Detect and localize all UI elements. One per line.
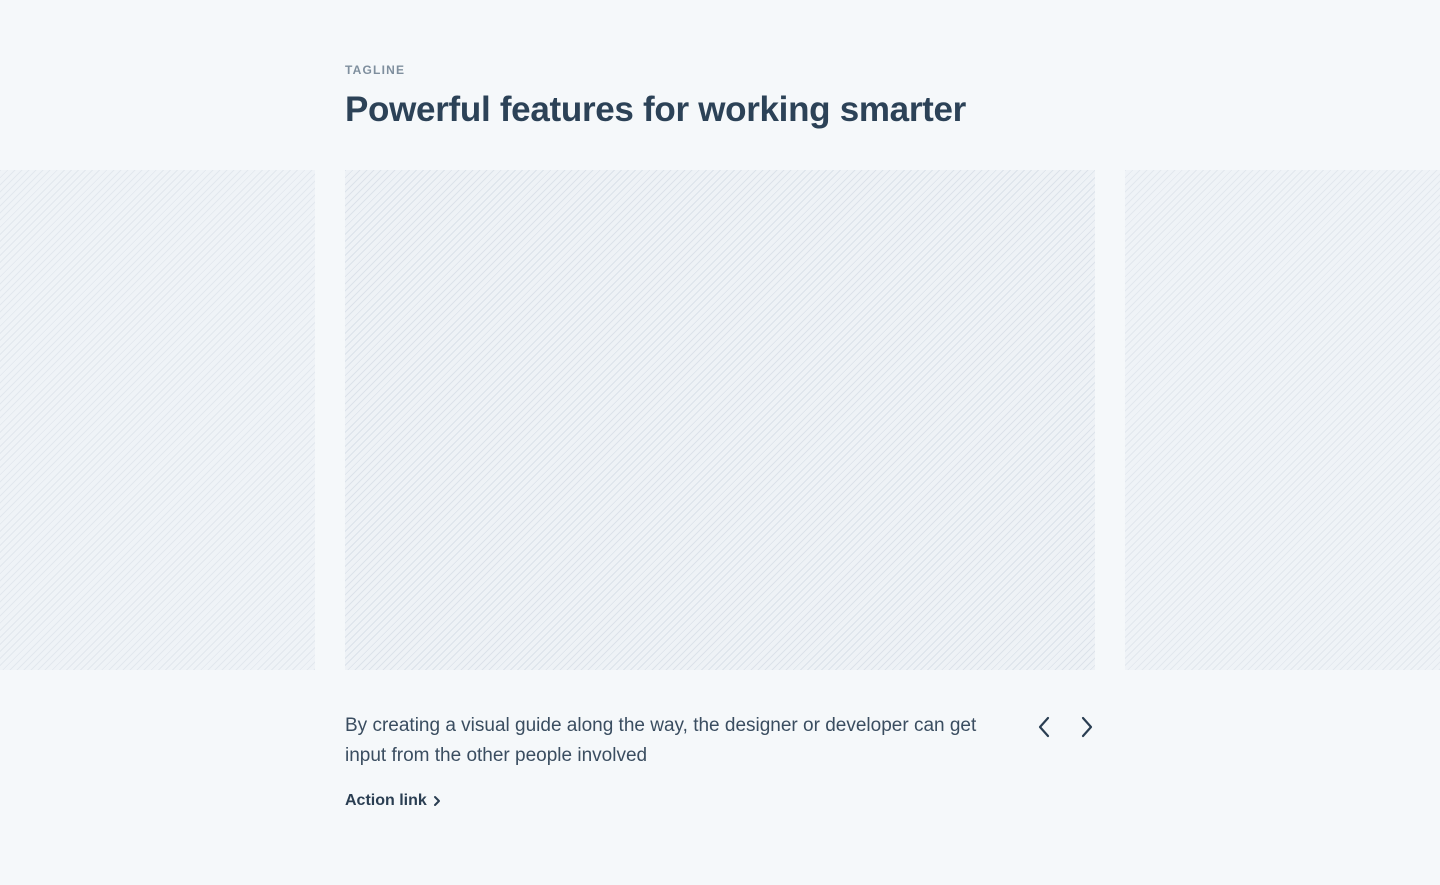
action-link-label: Action link xyxy=(345,792,427,809)
chevron-right-small-icon xyxy=(433,795,441,807)
previous-slide-image-placeholder[interactable] xyxy=(0,170,315,670)
next-slide-image-placeholder[interactable] xyxy=(1125,170,1440,670)
carousel-prev-button[interactable] xyxy=(1029,712,1059,742)
carousel-next-button[interactable] xyxy=(1072,712,1102,742)
page-title: Powerful features for working smarter xyxy=(345,90,967,129)
action-link[interactable]: Action link xyxy=(345,792,441,810)
chevron-right-icon xyxy=(1080,716,1094,738)
tagline: TAGLINE xyxy=(345,63,406,77)
current-slide-image-placeholder xyxy=(345,170,1095,670)
chevron-left-icon xyxy=(1037,716,1051,738)
slide-caption: By creating a visual guide along the way… xyxy=(345,715,977,766)
